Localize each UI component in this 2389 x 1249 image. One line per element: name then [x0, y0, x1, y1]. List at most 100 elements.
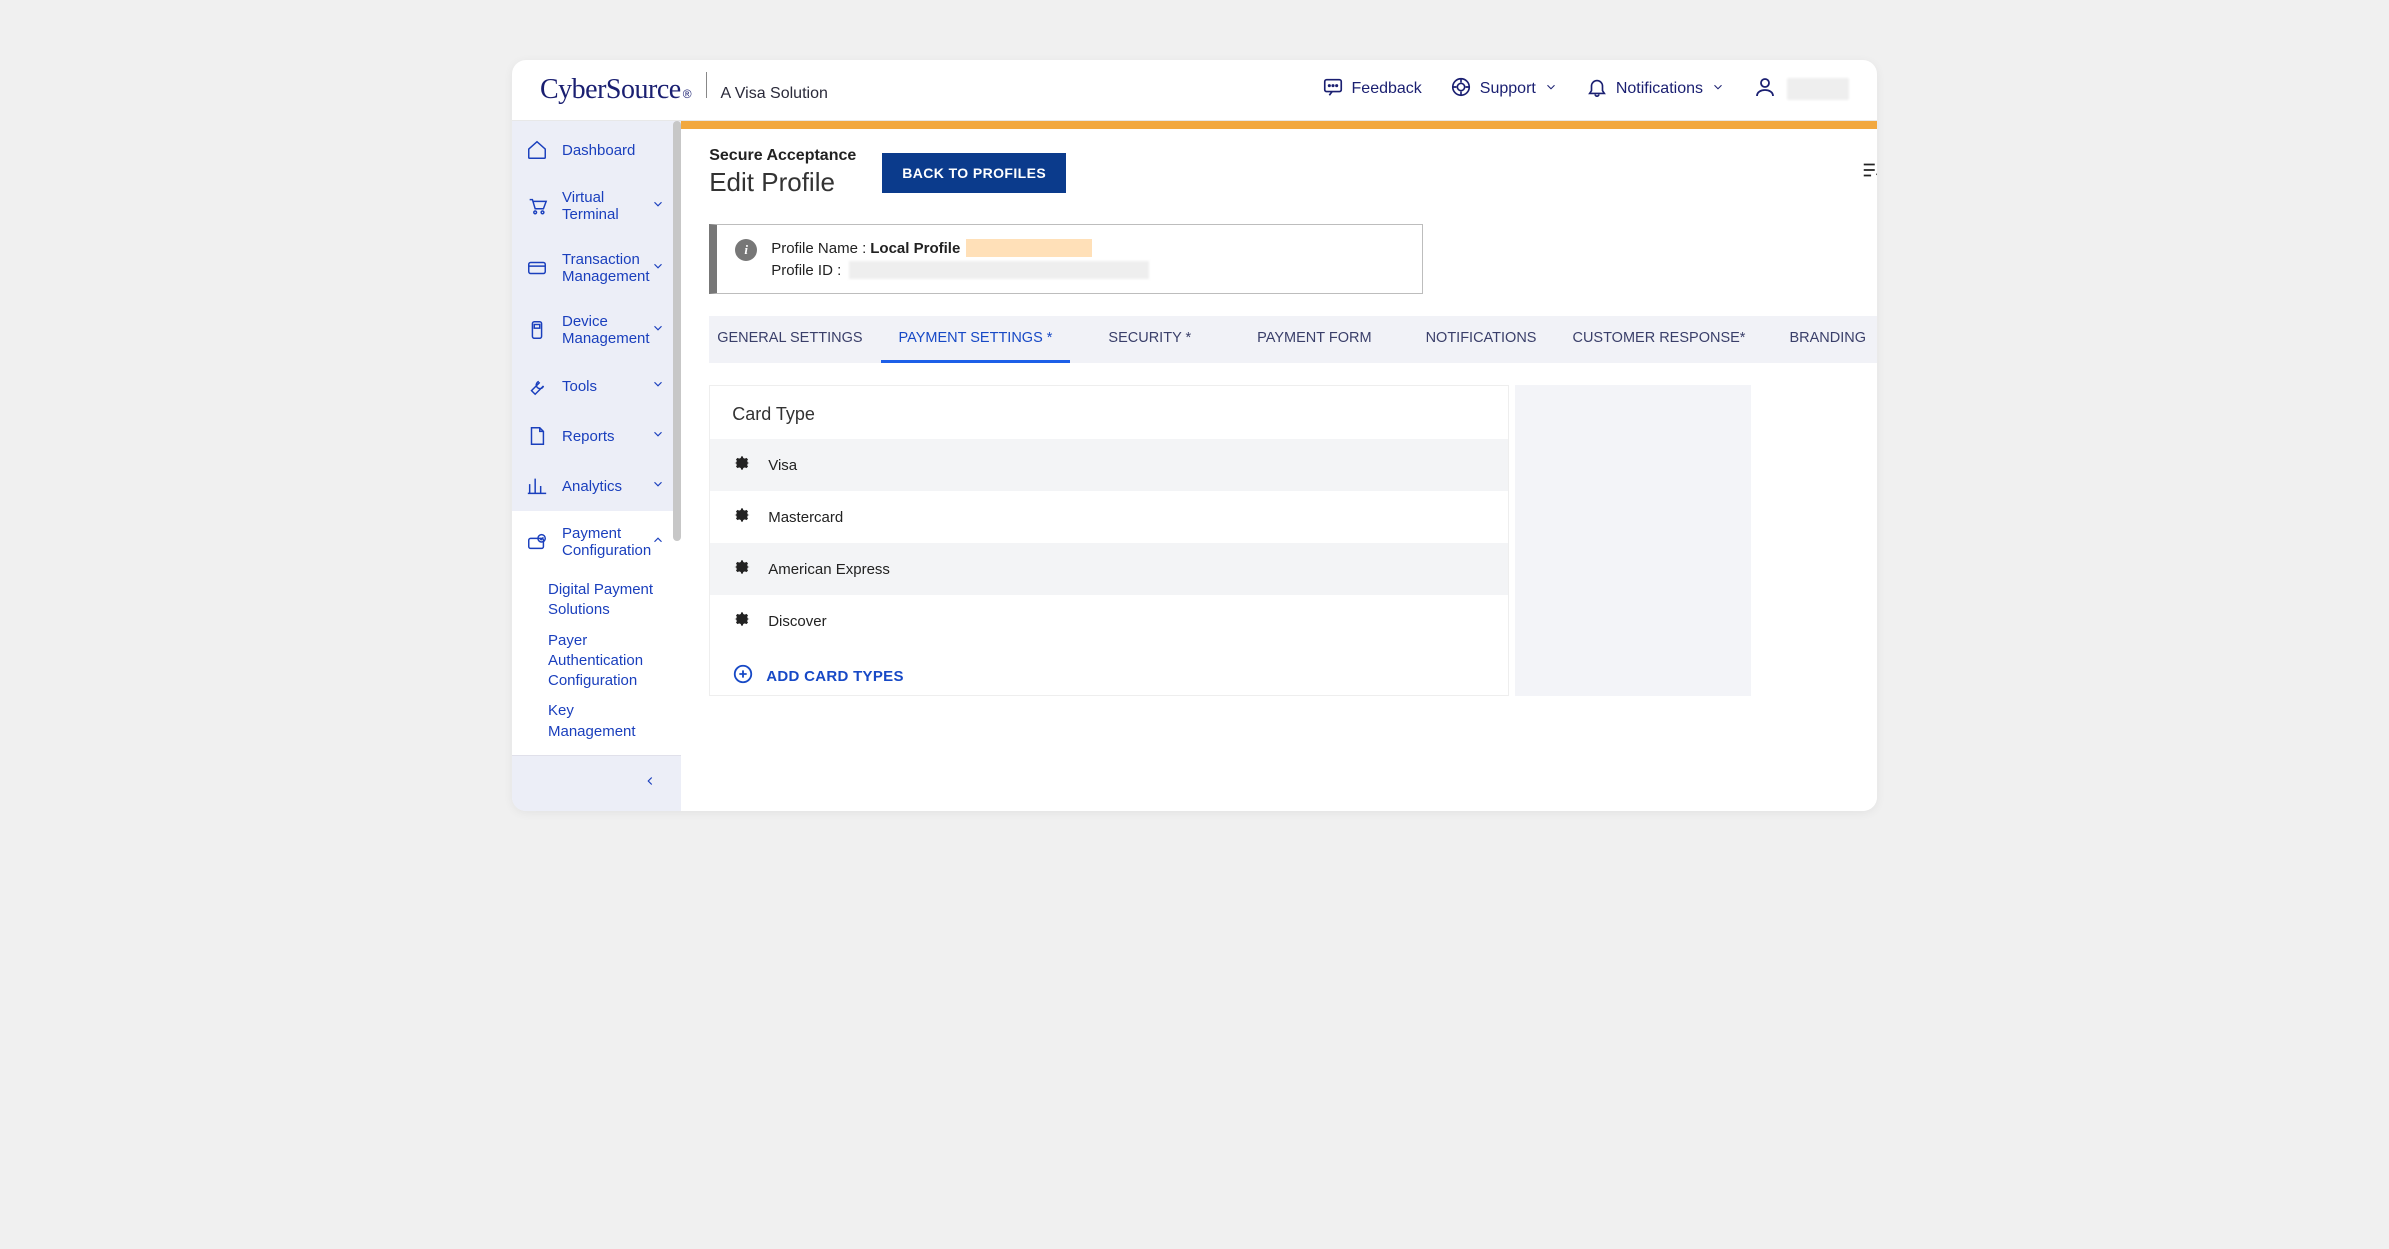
- sidebar-item-tools[interactable]: Tools: [512, 361, 681, 411]
- add-card-types-button[interactable]: ADD CARD TYPES: [710, 647, 1508, 695]
- header: CyberSource® A Visa Solution Feedback Su…: [512, 60, 1877, 121]
- feedback-link[interactable]: Feedback: [1322, 76, 1422, 103]
- support-label: Support: [1480, 80, 1536, 98]
- chevron-down-icon: [1711, 80, 1725, 99]
- sub-item-digital-payment[interactable]: Digital Payment Solutions: [512, 575, 681, 626]
- card-row-amex[interactable]: American Express: [710, 543, 1508, 595]
- tab-customer-response[interactable]: CUSTOMER RESPONSE*: [1554, 316, 1763, 363]
- tab-security[interactable]: SECURITY *: [1090, 316, 1209, 363]
- gear-icon: [732, 453, 752, 477]
- card-label: American Express: [768, 561, 890, 578]
- main: Secure Acceptance Edit Profile BACK TO P…: [681, 121, 1877, 811]
- sidebar: Dashboard Virtual Terminal Transaction M…: [512, 121, 681, 811]
- sidebar-item-reports[interactable]: Reports: [512, 411, 681, 461]
- card-row-mastercard[interactable]: Mastercard: [710, 491, 1508, 543]
- tab-payment-settings[interactable]: PAYMENT SETTINGS *: [881, 316, 1071, 363]
- chevron-down-icon: [1544, 80, 1558, 99]
- sidebar-item-label: Tools: [562, 378, 651, 395]
- chevron-down-icon: [651, 259, 665, 277]
- wrench-icon: [526, 375, 548, 397]
- support-dropdown[interactable]: Support: [1450, 76, 1558, 103]
- notifications-dropdown[interactable]: Notifications: [1586, 76, 1725, 103]
- file-icon: [526, 425, 548, 447]
- chat-icon: [1322, 76, 1344, 103]
- profile-name-highlight: [966, 239, 1092, 257]
- profile-id-redacted: [849, 261, 1149, 279]
- card-type-panel: Card Type Visa Mastercard American Expre…: [709, 385, 1509, 696]
- profile-id-label: Profile ID :: [771, 262, 841, 279]
- config-icon: [526, 531, 548, 553]
- bell-icon: [1586, 76, 1608, 103]
- tab-branding[interactable]: BRANDING: [1771, 316, 1877, 363]
- logo-registered: ®: [683, 87, 692, 101]
- body: Dashboard Virtual Terminal Transaction M…: [512, 121, 1877, 811]
- sub-item-payer-auth[interactable]: Payer Authentication Configuration: [512, 626, 681, 697]
- card-label: Mastercard: [768, 509, 843, 526]
- header-actions: Feedback Support Notifications: [1322, 75, 1849, 104]
- support-icon: [1450, 76, 1472, 103]
- back-to-profiles-button[interactable]: BACK TO PROFILES: [882, 153, 1066, 193]
- sidebar-item-label: Transaction Management: [562, 251, 651, 285]
- sidebar-subnav: Digital Payment Solutions Payer Authenti…: [512, 573, 681, 755]
- chevron-down-icon: [651, 427, 665, 445]
- nav: Dashboard Virtual Terminal Transaction M…: [512, 121, 681, 755]
- device-icon: [526, 319, 548, 341]
- sidebar-item-label: Virtual Terminal: [562, 189, 651, 223]
- logo-text: CyberSource: [540, 74, 681, 106]
- sidebar-item-dashboard[interactable]: Dashboard: [512, 125, 681, 175]
- user-name-redacted: [1787, 78, 1849, 100]
- card-row-discover[interactable]: Discover: [710, 595, 1508, 647]
- accent-bar: [681, 121, 1877, 129]
- card-row-visa[interactable]: Visa: [710, 439, 1508, 491]
- panel-row: Card Type Visa Mastercard American Expre…: [709, 385, 1877, 696]
- card-label: Discover: [768, 613, 826, 630]
- checklist-button[interactable]: [1860, 159, 1877, 186]
- bar-chart-icon: [526, 475, 548, 497]
- sidebar-item-analytics[interactable]: Analytics: [512, 461, 681, 511]
- scrollbar[interactable]: [673, 121, 681, 541]
- logo-block: CyberSource® A Visa Solution: [540, 72, 828, 106]
- sidebar-item-virtual-terminal[interactable]: Virtual Terminal: [512, 175, 681, 237]
- user-menu[interactable]: [1753, 75, 1849, 104]
- card-label: Visa: [768, 457, 797, 474]
- gear-icon: [732, 505, 752, 529]
- sidebar-item-label: Payment Configuration: [562, 525, 651, 559]
- info-icon: i: [735, 239, 757, 261]
- profile-name-label: Profile Name :: [771, 240, 866, 257]
- plus-circle-icon: [732, 663, 754, 689]
- app-frame: CyberSource® A Visa Solution Feedback Su…: [512, 60, 1877, 811]
- gear-icon: [732, 609, 752, 633]
- page-kicker: Secure Acceptance: [709, 147, 856, 165]
- sidebar-item-label: Dashboard: [562, 142, 665, 159]
- chevron-left-icon: [643, 774, 657, 793]
- page-header: Secure Acceptance Edit Profile BACK TO P…: [681, 129, 1877, 208]
- page-title: Edit Profile: [709, 167, 856, 198]
- sub-item-key-management[interactable]: Key Management: [512, 696, 681, 747]
- chevron-down-icon: [651, 197, 665, 215]
- chevron-down-icon: [651, 377, 665, 395]
- sidebar-item-payment-configuration[interactable]: Payment Configuration: [512, 511, 681, 573]
- gear-icon: [732, 557, 752, 581]
- home-icon: [526, 139, 548, 161]
- tab-notifications[interactable]: NOTIFICATIONS: [1408, 316, 1555, 363]
- add-card-label: ADD CARD TYPES: [766, 668, 904, 685]
- sidebar-item-label: Reports: [562, 428, 651, 445]
- chevron-down-icon: [651, 477, 665, 495]
- card-icon: [526, 257, 548, 279]
- sidebar-item-transaction-management[interactable]: Transaction Management: [512, 237, 681, 299]
- sidebar-item-label: Device Management: [562, 313, 651, 347]
- tab-payment-form[interactable]: PAYMENT FORM: [1239, 316, 1389, 363]
- feedback-label: Feedback: [1352, 80, 1422, 98]
- cart-icon: [526, 195, 548, 217]
- sidebar-item-device-management[interactable]: Device Management: [512, 299, 681, 361]
- user-icon: [1753, 75, 1777, 104]
- notifications-label: Notifications: [1616, 80, 1703, 98]
- aside-panel: [1515, 385, 1751, 696]
- tabs: GENERAL SETTINGS PAYMENT SETTINGS * SECU…: [709, 316, 1877, 363]
- sidebar-collapse[interactable]: [512, 755, 681, 811]
- card-type-heading: Card Type: [710, 386, 1508, 439]
- chevron-down-icon: [651, 321, 665, 339]
- tab-general-settings[interactable]: GENERAL SETTINGS: [709, 316, 880, 363]
- chevron-up-icon: [651, 533, 665, 551]
- logo-divider: [706, 72, 707, 98]
